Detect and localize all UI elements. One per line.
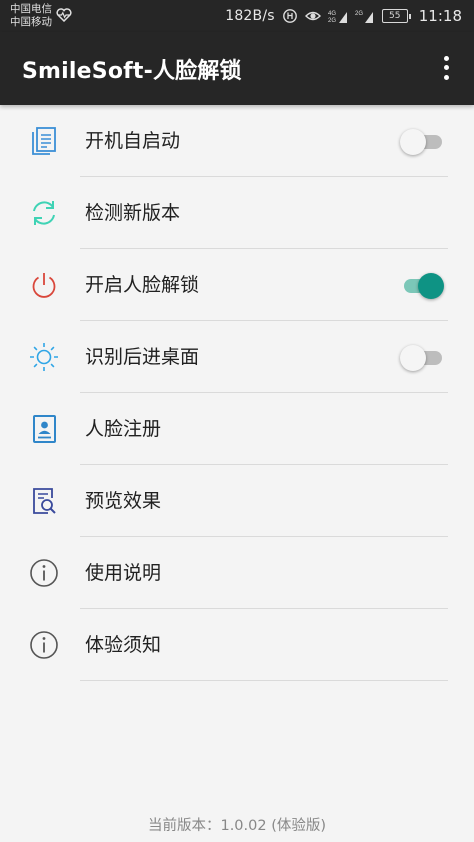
face-unlock-switch[interactable] <box>400 273 444 299</box>
setting-preview[interactable]: 预览效果 <box>0 465 474 537</box>
setting-label: 人脸注册 <box>85 418 162 440</box>
auto-start-switch[interactable] <box>400 129 444 155</box>
setting-label: 预览效果 <box>85 490 162 512</box>
screen: 中国电信 中国移动 182B/s 4G 2G 2G 55 11:18 Smile… <box>0 0 474 842</box>
eye-comfort-icon <box>304 11 321 21</box>
info-icon <box>30 559 58 587</box>
preview-search-icon <box>33 488 56 514</box>
version-text: 当前版本：1.0.02 (体验版) <box>147 818 327 834</box>
setting-label: 使用说明 <box>85 562 162 584</box>
status-indicators: 182B/s 4G 2G 2G 55 11:18 <box>225 6 462 26</box>
network-speed: 182B/s <box>225 8 275 24</box>
carrier-info: 中国电信 中国移动 <box>10 3 52 28</box>
app-bar: SmileSoft-人脸解锁 <box>0 32 474 105</box>
status-bar: 中国电信 中国移动 182B/s 4G 2G 2G 55 11:18 <box>0 0 474 32</box>
setting-label: 开机自启动 <box>85 130 181 152</box>
divider <box>80 680 448 681</box>
signal-2g-icon: 2G <box>355 11 373 23</box>
signal-4g-icon: 4G 2G <box>328 11 347 24</box>
setting-auto-start[interactable]: 开机自启动 <box>0 105 474 177</box>
battery-icon: 55 <box>381 9 411 23</box>
setting-label: 体验须知 <box>85 634 162 656</box>
sun-icon <box>30 343 58 371</box>
setting-label: 识别后进桌面 <box>85 346 200 368</box>
clock: 11:18 <box>418 7 462 25</box>
id-card-icon <box>33 415 56 443</box>
data-saver-icon <box>282 9 297 23</box>
carrier-2: 中国移动 <box>10 15 52 28</box>
setting-label: 检测新版本 <box>85 202 181 224</box>
app-title: SmileSoft-人脸解锁 <box>22 59 242 84</box>
settings-list: 开机自启动 检测新版本 开启人脸解锁 识别后进桌面 人脸注册 预览效果 使用说明… <box>0 105 474 681</box>
heart-rate-icon <box>56 8 72 22</box>
setting-notice[interactable]: 体验须知 <box>0 609 474 681</box>
setting-face-register[interactable]: 人脸注册 <box>0 393 474 465</box>
setting-instructions[interactable]: 使用说明 <box>0 537 474 609</box>
battery-level: 55 <box>389 11 401 21</box>
document-icon <box>32 127 56 155</box>
setting-label: 开启人脸解锁 <box>85 274 200 296</box>
go-desktop-switch[interactable] <box>400 345 444 371</box>
info-icon <box>30 631 58 659</box>
svg-text:4G: 4G <box>328 11 336 17</box>
svg-text:2G: 2G <box>355 11 363 17</box>
setting-go-desktop[interactable]: 识别后进桌面 <box>0 321 474 393</box>
power-icon <box>32 273 56 298</box>
setting-face-unlock[interactable]: 开启人脸解锁 <box>0 249 474 321</box>
svg-text:2G: 2G <box>328 18 336 24</box>
overflow-menu-icon[interactable] <box>436 54 456 82</box>
setting-check-update[interactable]: 检测新版本 <box>0 177 474 249</box>
refresh-icon <box>33 201 55 225</box>
carrier-1: 中国电信 <box>10 3 52 15</box>
